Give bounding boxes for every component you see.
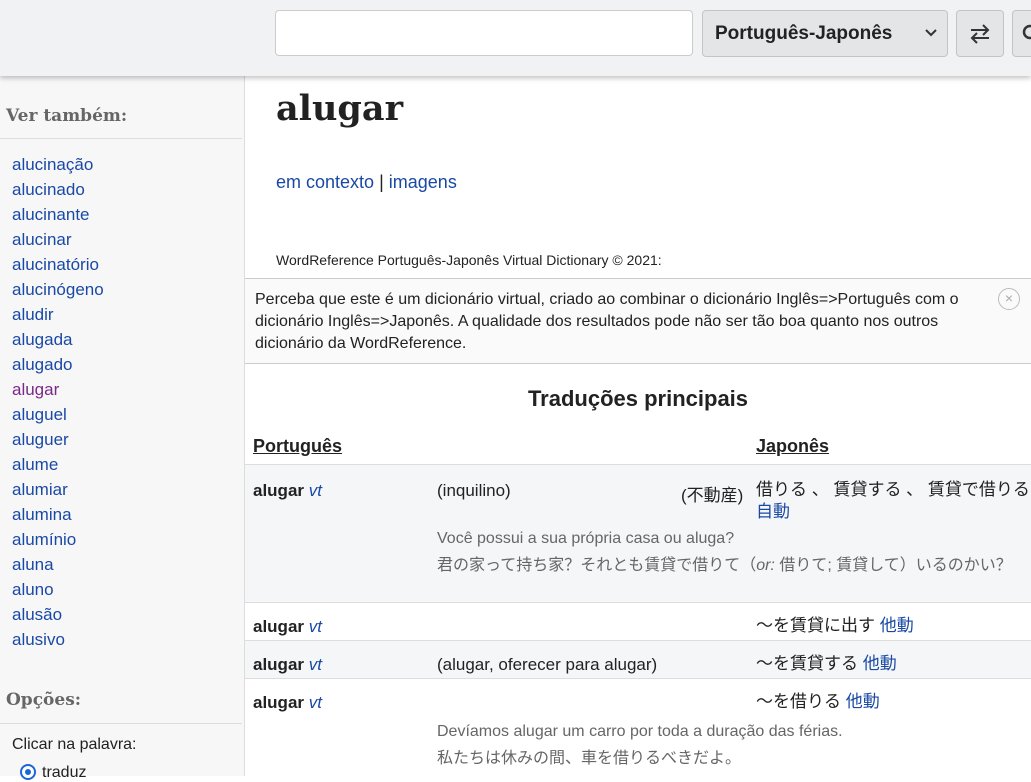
see-also-link[interactable]: alusivo [12,627,104,652]
column-header-target: Japonês [756,436,830,456]
see-also-link[interactable]: aluna [12,552,104,577]
images-link[interactable]: imagens [389,172,457,192]
sense-context: (inquilino) [437,481,511,500]
page-title: alugar [276,88,404,129]
magnifier-icon [1022,24,1031,40]
swap-arrows-icon [970,24,990,44]
translation: ～を賃貸に出す 他動 [756,615,1031,637]
sidebar: Ver também: alucinação alucinado alucina… [0,76,245,781]
source-term: alugar vt [253,481,322,501]
example-target: 私たちは休みの間、車を借りるべきだよ。 [437,750,742,767]
see-also-link[interactable]: aludir [12,302,104,327]
see-also-link[interactable]: alume [12,452,104,477]
example-or: or: [756,557,775,574]
example-target-text: 君の家って持ち家？それとも賃貸で借りて（ [437,557,757,574]
source-word[interactable]: alugar [253,617,304,636]
chevron-down-icon [925,29,937,37]
source-word[interactable]: alugar [253,481,304,500]
see-also-link[interactable]: alumina [12,502,104,527]
translation: ～を借りる 他動 [756,691,1031,713]
language-select[interactable]: Português-Japonês [702,10,948,57]
translation-pos: 他動 [862,654,897,673]
translation-row: alugar vt ～を賃貸に出す 他動 [245,602,1031,640]
see-also-link[interactable]: alucinar [12,227,104,252]
translation-text: 借りる 、 賃貸する 、 賃貸で借りる [756,480,1030,499]
source-word[interactable]: alugar [253,655,304,674]
part-of-speech: vt [308,481,322,500]
source-word[interactable]: alugar [253,693,304,712]
translate-radio-label: traduz [42,764,87,781]
translation-pos: 自動 [756,502,790,521]
see-also-link[interactable]: alugada [12,327,104,352]
see-also-heading: Ver também: [6,106,128,126]
sense-context: (alugar, oferecer para alugar) [437,655,658,674]
search-button[interactable] [1012,10,1031,57]
translation-text: ～を賃貸に出す [756,616,875,635]
language-select-value: Português-Japonês [715,23,893,44]
translation-row: alugar vt ～を借りる 他動 Devíamos alugar um ca… [245,678,1031,776]
source-term: alugar vt [253,693,322,713]
see-also-link[interactable]: alucinatório [12,252,104,277]
virtual-dictionary-notice: Perceba que este é um dicionário virtual… [245,278,1031,364]
translation-pos: 他動 [879,616,914,635]
in-context-link[interactable]: em contexto [276,172,374,192]
translation-row: alugar vt (inquilino) (不動産) 借りる 、 賃貸する 、… [245,464,1031,602]
swap-languages-button[interactable] [956,10,1004,57]
column-header-source: Português [253,436,343,456]
search-input[interactable] [275,10,693,56]
see-also-link[interactable]: alucinante [12,202,104,227]
translation-pos: 他動 [845,692,880,711]
example-target: 君の家って持ち家？それとも賃貸で借りて（or: 借りて; 賃貸して）いるのかい？ [437,555,1017,577]
source-term: alugar vt [253,617,322,637]
see-also-link[interactable]: alumiar [12,477,104,502]
part-of-speech: vt [308,617,322,636]
click-word-label: Clicar na palavra: [12,736,137,753]
options-heading: Opções: [6,690,82,710]
see-also-link[interactable]: aluguel [12,402,104,427]
see-also-link[interactable]: alusão [12,602,104,627]
see-also-link[interactable]: alucinação [12,152,104,177]
see-also-list: alucinação alucinado alucinante alucinar… [12,152,104,652]
divider [0,138,242,139]
part-of-speech: vt [308,655,322,674]
translation-text: ～を借りる [756,692,841,711]
example-target-text: 借りて; 賃貸して）いるのかい？ [774,557,1012,574]
divider [0,723,242,724]
see-also-link[interactable]: alugado [12,352,104,377]
section-title: Traduções principais [527,386,749,411]
translation: 借りる 、 賃貸する 、 賃貸で借りる 自動 [756,479,1031,523]
translation-text: ～を賃貸する [756,654,858,673]
see-also-link[interactable]: aluguer [12,427,104,452]
close-icon[interactable]: × [998,288,1020,310]
link-separator: | [379,172,384,192]
context-links: em contexto | imagens [276,172,457,193]
example-source: Você possui a sua própria casa ou aluga? [437,530,735,547]
translate-radio[interactable] [20,764,36,780]
see-also-link-current[interactable]: alugar [12,377,104,402]
example-source: Devíamos alugar um carro por toda a dura… [437,723,843,740]
top-bar: Português-Japonês [0,0,1031,76]
domain-note: (不動産) [681,486,744,505]
see-also-link[interactable]: alucinado [12,177,104,202]
see-also-link[interactable]: aluno [12,577,104,602]
see-also-link[interactable]: alumínio [12,527,104,552]
part-of-speech: vt [308,693,322,712]
main-content: alugar em contexto | imagens WordReferen… [245,76,1031,776]
translation-row: alugar vt (alugar, oferecer para alugar)… [245,640,1031,678]
dictionary-copyright: WordReference Português-Japonês Virtual … [276,252,662,268]
translation: ～を賃貸する 他動 [756,653,1031,675]
source-term: alugar vt [253,655,322,675]
see-also-link[interactable]: alucinógeno [12,277,104,302]
